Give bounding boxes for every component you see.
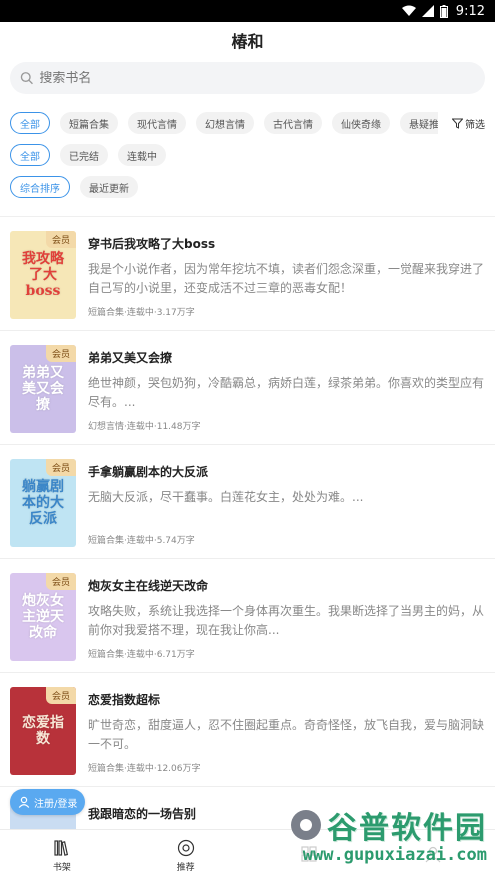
- tab-bookshelf-label: 书架: [52, 862, 71, 873]
- vip-badge: 会员: [45, 459, 76, 476]
- cell-signal-icon: [421, 5, 434, 17]
- book-info: 弟弟又美又会撩绝世神颜，哭包奶狗，冷酷霸总，病娇白莲，绿茶弟弟。你喜欢的类型应有…: [88, 345, 485, 434]
- category-chip[interactable]: 幻想言情: [196, 112, 254, 134]
- watermark-logo-icon: [291, 810, 321, 840]
- book-item[interactable]: 恋爱指数 会员 恋爱指数超标旷世奇恋，甜度逼人，忍不住圈起重点。奇奇怪怪，放飞自我，…: [0, 673, 495, 787]
- vip-badge: 会员: [45, 231, 76, 248]
- book-description: 我是个小说作者，因为常年挖坑不填，读者们怨念深重，一觉醒来我穿进了自己写的小说里…: [88, 262, 485, 295]
- wifi-icon: [401, 5, 416, 16]
- book-cover: 弟弟又美又会撩 会员: [10, 345, 76, 433]
- book-info: 炮灰女主在线逆天改命攻略失败，系统让我选择一个身体再次重生。我果断选择了当男主的…: [88, 573, 485, 662]
- filter-button[interactable]: 筛选: [448, 115, 485, 131]
- compass-icon: [177, 839, 194, 856]
- book-item[interactable]: 炮灰女主逆天改命 会员 炮灰女主在线逆天改命攻略失败，系统让我选择一个身体再次重生。…: [0, 559, 495, 673]
- search-icon: [20, 72, 33, 85]
- filter-section: 全部短篇合集现代言情幻想言情古代言情仙侠奇缘悬疑推理 筛选 全部已完结连载中 综…: [0, 110, 495, 200]
- book-item[interactable]: 弟弟又美又会撩 会员 弟弟又美又会撩 绝世神颜，哭包奶狗，冷酷霸总，病娇白莲，绿茶弟弟…: [0, 331, 495, 445]
- tab-recommend-label: 推荐: [176, 862, 195, 873]
- category-chip[interactable]: 现代言情: [128, 112, 186, 134]
- book-cover: 炮灰女主逆天改命 会员: [10, 573, 76, 661]
- book-cover: 恋爱指数 会员: [10, 687, 76, 775]
- book-item[interactable]: 躺赢剧本的大反派 会员 手拿躺赢剧本的大反派 无脑大反派，尽干蠢事。白莲花女主，处处为…: [0, 445, 495, 559]
- book-description: 无脑大反派，尽干蠢事。白莲花女主，处处为难。...: [88, 490, 364, 504]
- book-list: 我攻略了大boss 会员 穿书后我攻略了大boss 我是个小说作者，因为常年挖坑不填，…: [0, 216, 495, 881]
- sort-chip[interactable]: 综合排序: [10, 176, 70, 198]
- bookshelf-icon: [54, 839, 68, 856]
- vip-badge: 会员: [45, 687, 76, 704]
- category-chip[interactable]: 悬疑推理: [400, 112, 438, 134]
- battery-icon: [439, 4, 448, 18]
- book-item[interactable]: 我攻略了大boss 会员 穿书后我攻略了大boss 我是个小说作者，因为常年挖坑不填，…: [0, 217, 495, 331]
- signal-icons: [401, 4, 448, 18]
- watermark: 谷普软件园 www.gupuxiazai.com: [291, 803, 487, 865]
- status-chip[interactable]: 连载中: [118, 144, 166, 166]
- search-bar[interactable]: [10, 62, 485, 94]
- book-meta: 幻想言情·连载中·11.48万字: [88, 422, 201, 432]
- book-cover: 躺赢剧本的大反派 会员: [10, 459, 76, 547]
- book-meta: 短篇合集·连载中·6.71万字: [88, 650, 195, 660]
- login-button[interactable]: 注册/登录: [10, 789, 86, 815]
- sort-chips: 综合排序 最近更新: [10, 176, 485, 198]
- book-title[interactable]: 恋爱指数超标: [88, 691, 485, 708]
- tab-recommend[interactable]: 推荐: [124, 830, 248, 881]
- filter-button-label: 筛选: [465, 119, 485, 131]
- book-title[interactable]: 穿书后我攻略了大boss: [88, 235, 485, 252]
- vip-badge: 会员: [45, 573, 76, 590]
- status-chips: 全部 已完结 连载中: [10, 144, 485, 166]
- vip-badge: 会员: [45, 345, 76, 362]
- login-button-label: 注册/登录: [34, 798, 78, 810]
- sort-filter-row: 综合排序 最近更新: [0, 174, 495, 200]
- app-header: 椿和: [0, 22, 495, 58]
- book-meta: 短篇合集·连载中·5.74万字: [88, 536, 195, 546]
- book-cover: 我攻略了大boss 会员: [10, 231, 76, 319]
- book-meta: 短篇合集·连载中·3.17万字: [88, 308, 195, 318]
- book-title[interactable]: 炮灰女主在线逆天改命: [88, 577, 485, 594]
- book-cover-title: 恋爱指数: [22, 715, 64, 747]
- funnel-icon: [452, 118, 463, 129]
- category-filter-row: 全部短篇合集现代言情幻想言情古代言情仙侠奇缘悬疑推理 筛选: [0, 110, 495, 136]
- book-description: 攻略失败，系统让我选择一个身体再次重生。我果断选择了当男主的妈，从前你对我爱搭不…: [88, 604, 485, 637]
- book-cover-title: 躺赢剧本的大反派: [22, 479, 64, 527]
- book-meta: 短篇合集·连载中·12.06万字: [88, 764, 201, 774]
- book-description: 绝世神颜，哭包奶狗，冷酷霸总，病娇白莲，绿茶弟弟。你喜欢的类型应有尽有。...: [88, 376, 485, 409]
- status-filter-row: 全部 已完结 连载中: [0, 142, 495, 168]
- book-cover-title: 我攻略了大boss: [22, 251, 64, 299]
- book-description: 旷世奇恋，甜度逼人，忍不住圈起重点。奇奇怪怪，放飞自我，爱与脑洞缺一不可。: [88, 718, 485, 751]
- watermark-title: 谷普软件园: [327, 811, 487, 846]
- status-time: 9:12: [455, 3, 485, 19]
- book-info: 手拿躺赢剧本的大反派 无脑大反派，尽干蠢事。白莲花女主，处处为难。... 短篇合集·…: [88, 459, 485, 548]
- book-title[interactable]: 弟弟又美又会撩: [88, 349, 485, 366]
- page-title: 椿和: [231, 32, 264, 51]
- category-chip[interactable]: 仙侠奇缘: [332, 112, 390, 134]
- search-section: [0, 58, 495, 94]
- status-chip[interactable]: 全部: [10, 144, 50, 166]
- sort-chip[interactable]: 最近更新: [80, 176, 138, 198]
- book-info: 穿书后我攻略了大boss 我是个小说作者，因为常年挖坑不填，读者们怨念深重，一觉醒…: [88, 231, 485, 320]
- book-info: 恋爱指数超标旷世奇恋，甜度逼人，忍不住圈起重点。奇奇怪怪，放飞自我，爱与脑洞缺一…: [88, 687, 485, 776]
- book-cover-title: 炮灰女主逆天改命: [22, 593, 64, 641]
- category-chips: 全部短篇合集现代言情幻想言情古代言情仙侠奇缘悬疑推理: [10, 112, 438, 134]
- status-bar: 9:12: [0, 0, 495, 22]
- search-input[interactable]: [39, 70, 475, 86]
- status-chip[interactable]: 已完结: [60, 144, 108, 166]
- user-icon: [18, 796, 30, 808]
- category-chip[interactable]: 全部: [10, 112, 50, 134]
- watermark-url: www.gupuxiazai.com: [302, 845, 487, 865]
- tab-bookshelf[interactable]: 书架: [0, 830, 124, 881]
- category-chip[interactable]: 短篇合集: [60, 112, 118, 134]
- book-cover-title: 弟弟又美又会撩: [22, 365, 64, 413]
- book-title[interactable]: 手拿躺赢剧本的大反派: [88, 463, 485, 480]
- category-chip[interactable]: 古代言情: [264, 112, 322, 134]
